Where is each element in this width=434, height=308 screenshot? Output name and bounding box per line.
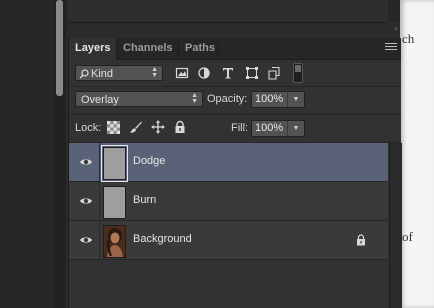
layer-name[interactable]: Dodge — [133, 155, 165, 167]
lock-image-pixels-icon[interactable] — [129, 120, 143, 134]
upper-panel-scrollbar[interactable] — [388, 0, 400, 22]
blend-row: Overlay ▲ ▼ Opacity: 100% ▼ — [69, 87, 401, 113]
layer-name[interactable]: Background — [133, 233, 192, 245]
panel-tab-bar: Layers Channels Paths — [69, 38, 401, 60]
tab-paths[interactable]: Paths — [179, 38, 221, 59]
filter-kind-label: Kind — [91, 68, 114, 80]
corner-glyph: • — [394, 24, 398, 35]
fill-field[interactable]: 100% ▼ — [251, 120, 305, 137]
divider — [99, 221, 100, 259]
document-text-fragment-1: ch — [402, 31, 415, 46]
lock-label: Lock: — [75, 122, 102, 134]
lock-transparent-pixels-icon[interactable] — [107, 121, 120, 134]
divider — [99, 143, 100, 181]
blend-mode-select[interactable]: Overlay ▲ ▼ — [75, 91, 203, 107]
select-arrows-icon: ▲ ▼ — [151, 66, 158, 79]
upper-panel — [68, 0, 388, 23]
adjustment-filter-icon[interactable] — [197, 66, 211, 80]
filter-row: Kind ▲ ▼ — [69, 60, 401, 86]
fill-label: Fill: — [231, 122, 249, 134]
layers-panel: Layers Channels Paths Kind ▲ ▼ Overlay ▲… — [68, 38, 402, 308]
lock-all-icon[interactable] — [173, 120, 187, 134]
visibility-eye-icon[interactable] — [79, 155, 93, 169]
layer-row-dodge[interactable]: Dodge — [69, 143, 388, 182]
layer-name[interactable]: Burn — [133, 194, 156, 206]
fill-value: 100% — [255, 122, 284, 134]
visibility-eye-icon[interactable] — [79, 194, 93, 208]
divider — [99, 182, 100, 220]
layer-row-burn[interactable]: Burn — [69, 182, 388, 221]
layer-thumbnail[interactable] — [101, 145, 128, 182]
opacity-value: 100% — [255, 93, 284, 105]
smart-object-filter-icon[interactable] — [267, 66, 281, 80]
pixel-filter-icon[interactable] — [175, 66, 189, 80]
layers-list-scrollbar[interactable] — [389, 143, 402, 308]
visibility-eye-icon[interactable] — [79, 233, 93, 247]
layer-lock-icon[interactable] — [356, 234, 366, 246]
opacity-dropdown-icon[interactable]: ▼ — [287, 92, 304, 107]
left-scrollbar-thumb[interactable] — [56, 0, 63, 96]
left-workspace — [0, 0, 54, 308]
blend-mode-value: Overlay — [81, 94, 119, 106]
tab-divider — [217, 42, 218, 55]
type-filter-icon[interactable] — [221, 66, 235, 80]
filter-kind-select[interactable]: Kind ▲ ▼ — [75, 65, 163, 81]
lock-row: Lock: Fill: 100% ▼ — [69, 115, 401, 142]
select-arrows-icon: ▲ ▼ — [191, 92, 198, 105]
filter-toggle-switch[interactable] — [293, 63, 303, 83]
panel-menu-icon[interactable] — [385, 43, 397, 53]
document-area: • ch of — [394, 0, 434, 308]
tab-layers[interactable]: Layers — [69, 38, 118, 60]
portrait-thumbnail-image[interactable] — [103, 225, 126, 258]
fill-dropdown-icon[interactable]: ▼ — [287, 121, 304, 136]
opacity-label: Opacity: — [207, 93, 248, 105]
layer-thumbnail[interactable] — [103, 186, 126, 219]
layer-row-background[interactable]: Background — [69, 221, 388, 260]
document-text-fragment-2: of — [402, 229, 413, 244]
opacity-field[interactable]: 100% ▼ — [251, 91, 305, 108]
tab-channels[interactable]: Channels — [117, 38, 179, 59]
shape-filter-icon[interactable] — [245, 66, 259, 80]
lock-position-icon[interactable] — [151, 120, 165, 134]
search-icon — [79, 69, 89, 79]
